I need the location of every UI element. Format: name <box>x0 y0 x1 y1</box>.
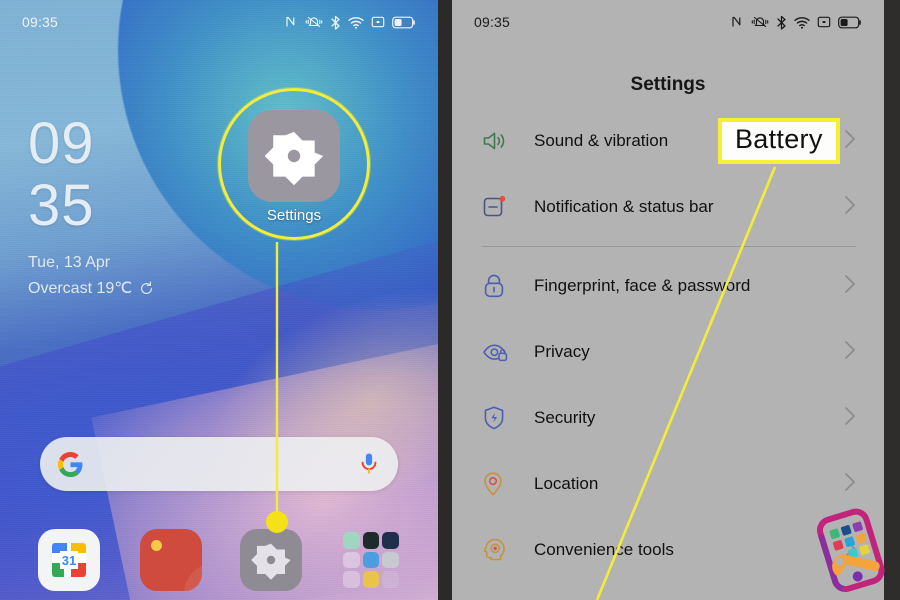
svg-text:31: 31 <box>62 553 76 568</box>
battery-icon <box>392 16 415 28</box>
page-title: Settings <box>630 74 706 95</box>
chevron-right-icon <box>844 129 860 154</box>
dock: 31 <box>0 527 438 600</box>
wifi-icon <box>794 16 810 29</box>
notification-icon <box>482 194 516 220</box>
settings-row-privacy[interactable]: Privacy <box>452 319 884 385</box>
wifi-icon <box>348 16 364 29</box>
vibrate-icon <box>751 16 769 28</box>
vibrate-icon <box>305 16 323 28</box>
wallpaper <box>0 0 438 600</box>
folder-icon <box>340 529 402 591</box>
list-divider <box>482 246 856 247</box>
chevron-right-icon <box>844 340 860 365</box>
right-status-bar: 09:35 <box>452 0 884 44</box>
microphone-icon[interactable] <box>358 452 380 476</box>
dock-item-calendar[interactable]: 31 <box>38 529 100 591</box>
dock-item-red-app[interactable] <box>140 529 202 591</box>
left-phone-home-screen: 09:35 09 35 Tue, 13 Apr Overcast 19℃ Set… <box>0 0 438 600</box>
screenshot-stage: 09:35 09 35 Tue, 13 Apr Overcast 19℃ Set… <box>0 0 900 600</box>
settings-row-label: Security <box>534 408 596 427</box>
left-status-icons <box>284 15 416 30</box>
clock-weather-widget[interactable]: 09 35 Tue, 13 Apr Overcast 19℃ <box>28 111 154 298</box>
calendar-icon: 31 <box>52 543 86 577</box>
weather-row: Overcast 19℃ <box>28 278 154 298</box>
speaker-icon <box>482 129 516 153</box>
left-status-bar: 09:35 <box>0 0 438 44</box>
chevron-right-icon <box>844 406 860 431</box>
bluetooth-icon <box>331 15 340 30</box>
clock-minutes: 35 <box>28 173 95 238</box>
bluetooth-icon <box>777 15 786 30</box>
settings-row-label: Notification & status bar <box>534 197 714 216</box>
nfc-icon <box>286 16 295 27</box>
settings-row-security[interactable]: Security <box>452 385 884 451</box>
phone-wrench-logo <box>817 508 885 593</box>
settings-app-label: Settings <box>266 207 322 224</box>
lock-icon <box>482 273 516 299</box>
right-status-time: 09:35 <box>474 14 511 30</box>
weather-text: Overcast 19℃ <box>28 280 133 297</box>
chevron-right-icon <box>844 274 860 299</box>
settings-row-label: Fingerprint, face & password <box>534 276 751 295</box>
location-pin-icon <box>482 471 516 497</box>
battery-callout-label: Battery <box>718 118 840 164</box>
chevron-right-icon <box>844 472 860 497</box>
alarm-icon <box>371 16 385 28</box>
head-target-icon <box>482 537 516 563</box>
dock-item-settings[interactable] <box>240 529 302 591</box>
shield-icon <box>482 405 516 431</box>
clock-date: Tue, 13 Apr <box>28 254 111 271</box>
settings-row-notification-status-bar[interactable]: Notification & status bar <box>452 174 884 240</box>
left-status-time: 09:35 <box>22 14 59 30</box>
settings-gear-icon <box>251 543 291 580</box>
settings-row-label: Convenience tools <box>534 540 674 559</box>
right-status-icons <box>730 15 862 30</box>
settings-app-icon[interactable] <box>248 110 340 202</box>
refresh-icon[interactable] <box>139 281 154 296</box>
nfc-icon <box>732 16 741 27</box>
settings-row-label: Privacy <box>534 342 590 361</box>
phone-bezel-divider <box>438 0 452 600</box>
privacy-eye-icon <box>482 340 516 364</box>
google-search-bar[interactable] <box>40 437 398 491</box>
chevron-right-icon <box>844 195 860 220</box>
google-g-icon <box>58 451 83 477</box>
battery-icon <box>838 16 861 28</box>
alarm-icon <box>817 16 831 28</box>
settings-gear-icon <box>264 131 324 186</box>
dock-item-app-folder[interactable] <box>340 529 402 591</box>
settings-row-label: Location <box>534 474 599 493</box>
clock-hours: 09 <box>28 111 95 176</box>
settings-row-fingerprint-face-password[interactable]: Fingerprint, face & password <box>452 253 884 319</box>
